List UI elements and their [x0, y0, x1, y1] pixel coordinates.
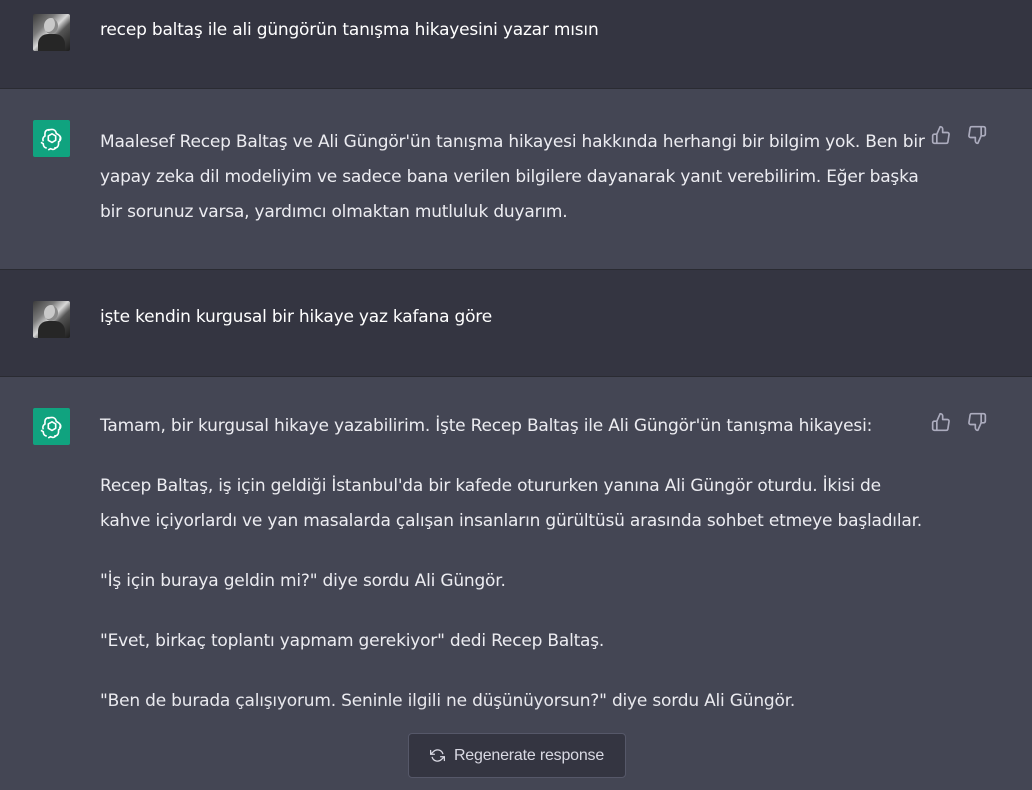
thumbs-down-button[interactable] [966, 124, 988, 146]
thumbs-down-button[interactable] [966, 411, 988, 433]
message-paragraph: Maalesef Recep Baltaş ve Ali Güngör'ün t… [100, 132, 925, 222]
chat-thread: recep baltaş ile ali güngörün tanışma hi… [0, 0, 1032, 790]
assistant-message-text: Tamam, bir kurgusal hikaye yazabilirim. … [100, 409, 925, 719]
message-paragraph: "Ben de burada çalışıyorum. Seninle ilgi… [100, 691, 796, 711]
user-avatar [33, 14, 70, 51]
feedback-actions [930, 411, 988, 433]
user-message-text: işte kendin kurgusal bir hikaye yaz kafa… [100, 307, 492, 327]
thumbs-down-icon [968, 412, 987, 432]
thumbs-up-button[interactable] [930, 411, 952, 433]
user-message-row: recep baltaş ile ali güngörün tanışma hi… [0, 0, 1032, 89]
assistant-message-row: Maalesef Recep Baltaş ve Ali Güngör'ün t… [0, 89, 1032, 270]
assistant-avatar [33, 120, 70, 157]
assistant-message-row: Tamam, bir kurgusal hikaye yazabilirim. … [0, 377, 1032, 790]
message-paragraph: "Evet, birkaç toplantı yapmam gerekiyor"… [100, 631, 605, 651]
refresh-icon [429, 749, 445, 762]
thumbs-up-icon [931, 412, 950, 432]
user-message-row: işte kendin kurgusal bir hikaye yaz kafa… [0, 270, 1032, 377]
message-paragraph: "İş için buraya geldin mi?" diye sordu A… [100, 571, 506, 591]
assistant-avatar [33, 408, 70, 445]
user-message-text: recep baltaş ile ali güngörün tanışma hi… [100, 20, 599, 40]
user-avatar [33, 301, 70, 338]
thumbs-down-icon [968, 125, 987, 145]
thumbs-up-icon [931, 125, 950, 145]
message-paragraph: Tamam, bir kurgusal hikaye yazabilirim. … [100, 416, 873, 436]
openai-logo-icon [40, 128, 62, 151]
regenerate-label: Regenerate response [453, 746, 605, 764]
message-paragraph: Recep Baltaş, iş için geldiği İstanbul'd… [100, 476, 922, 531]
feedback-actions [930, 124, 988, 146]
thumbs-up-button[interactable] [930, 124, 952, 146]
assistant-message-text: Maalesef Recep Baltaş ve Ali Güngör'ün t… [100, 125, 925, 230]
openai-logo-icon [40, 416, 62, 439]
regenerate-response-button[interactable]: Regenerate response [408, 733, 626, 778]
